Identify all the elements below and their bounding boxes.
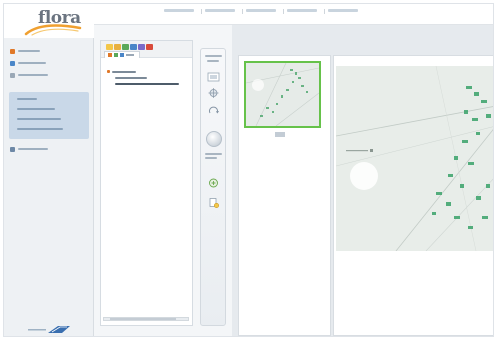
top-nav-item-3[interactable] bbox=[246, 8, 280, 14]
viewer-toolbar bbox=[200, 48, 226, 326]
pan-icon[interactable] bbox=[206, 87, 221, 99]
add-icon[interactable] bbox=[122, 44, 129, 50]
delete-icon[interactable] bbox=[146, 44, 153, 50]
tab-icons bbox=[108, 53, 134, 57]
tree-node-label bbox=[112, 70, 136, 73]
edit-icon bbox=[10, 72, 15, 78]
top-nav-item-4[interactable] bbox=[287, 8, 321, 14]
thumbnail-panel bbox=[238, 55, 331, 336]
tree-view bbox=[107, 69, 179, 87]
document-viewer bbox=[232, 25, 493, 336]
home-icon bbox=[10, 48, 15, 54]
sidebar-subitem-3[interactable] bbox=[17, 116, 61, 121]
sidebar-subitem-2[interactable] bbox=[17, 106, 55, 111]
left-sidebar bbox=[4, 38, 94, 336]
tool-label bbox=[205, 153, 222, 155]
tool-label bbox=[207, 60, 219, 62]
new-icon[interactable] bbox=[106, 44, 113, 50]
sidebar-item-label bbox=[18, 50, 40, 52]
nav-divider bbox=[283, 8, 284, 14]
folder-icon bbox=[10, 60, 15, 66]
logo-area: flora bbox=[4, 4, 94, 38]
tree-panel bbox=[100, 40, 193, 326]
tree-scrollbar[interactable] bbox=[103, 317, 189, 321]
sidebar-group bbox=[9, 92, 89, 139]
thumbnail-caption bbox=[275, 132, 285, 137]
tree-toolbar bbox=[101, 41, 192, 58]
nav-divider bbox=[242, 8, 243, 14]
top-nav-item-5[interactable] bbox=[328, 8, 362, 14]
folder-icon bbox=[107, 70, 110, 73]
tab-structure[interactable] bbox=[104, 51, 140, 58]
nav-divider bbox=[201, 8, 202, 14]
sidebar-subitem-4[interactable] bbox=[17, 126, 63, 131]
main-page-view bbox=[333, 55, 493, 336]
sidebar-item-label bbox=[18, 148, 48, 150]
scanned-map-image bbox=[336, 66, 493, 251]
top-nav-item-2[interactable] bbox=[205, 8, 239, 14]
sidebar-item-home[interactable] bbox=[10, 48, 40, 54]
map-image bbox=[336, 66, 493, 251]
tree-node-child-1[interactable] bbox=[107, 75, 179, 80]
top-nav-item-1[interactable] bbox=[164, 8, 198, 14]
tree-node-label bbox=[115, 82, 179, 85]
app-window: flora bbox=[3, 3, 494, 337]
top-bar bbox=[94, 4, 493, 25]
top-nav bbox=[164, 7, 362, 15]
tool-label bbox=[205, 157, 217, 159]
tree-node-root[interactable] bbox=[107, 69, 179, 74]
sidebar-item-edit[interactable] bbox=[10, 72, 48, 78]
print-icon[interactable] bbox=[206, 197, 221, 209]
scrollbar-thumb[interactable] bbox=[110, 318, 176, 320]
rotate-icon[interactable] bbox=[206, 105, 221, 117]
thumbnail-map-image bbox=[246, 63, 319, 126]
sidebar-item-folder[interactable] bbox=[10, 60, 46, 66]
tree-node-label bbox=[115, 76, 147, 79]
sidebar-item-settings[interactable] bbox=[10, 146, 48, 152]
sort-icon[interactable] bbox=[130, 44, 137, 50]
sidebar-subitem-1[interactable] bbox=[17, 96, 37, 101]
select-icon[interactable] bbox=[206, 71, 221, 83]
fit-icon[interactable] bbox=[206, 177, 221, 189]
open-icon[interactable] bbox=[114, 44, 121, 50]
logo-swoosh-icon bbox=[24, 24, 82, 36]
sidebar-item-label bbox=[18, 74, 48, 76]
sidebar-item-label bbox=[18, 62, 46, 64]
tree-tool-icons bbox=[106, 44, 153, 50]
nav-divider bbox=[324, 8, 325, 14]
tree-node-child-2[interactable] bbox=[107, 81, 179, 86]
refresh-icon[interactable] bbox=[138, 44, 145, 50]
sponsor-logo bbox=[28, 326, 70, 333]
settings-icon bbox=[10, 146, 15, 152]
zoom-knob[interactable] bbox=[206, 131, 222, 147]
page-thumbnail[interactable] bbox=[244, 61, 321, 128]
tool-label bbox=[205, 55, 222, 57]
